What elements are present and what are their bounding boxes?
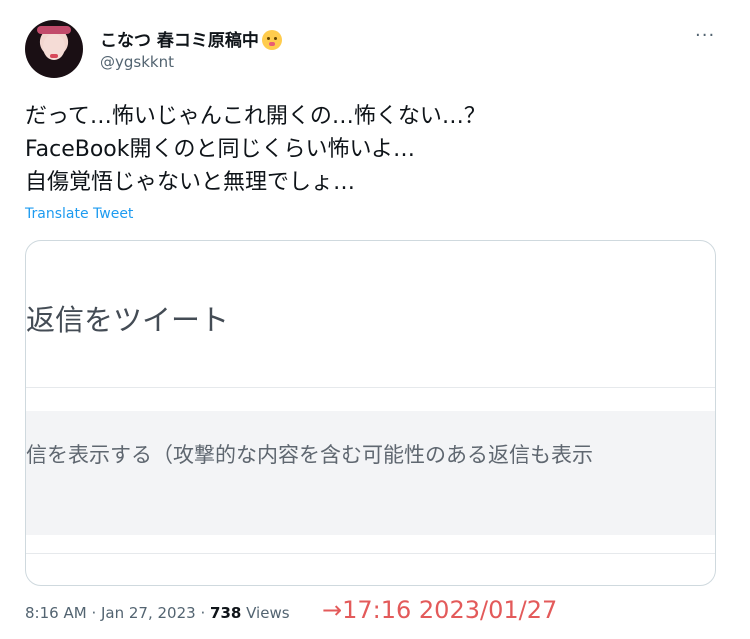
avatar-lips xyxy=(50,54,58,58)
avatar[interactable] xyxy=(25,20,83,78)
avatar-hair-accent xyxy=(37,26,71,34)
tweet-line: 自傷覚悟じゃないと無理でしょ… xyxy=(25,170,356,195)
handwritten-annotation: →17:16 2023/01/27 xyxy=(322,596,558,624)
display-name-text: こなつ 春コミ原稿中 xyxy=(100,31,259,51)
attached-image-card[interactable]: 返信をツイート 信を表示する（攻撃的な内容を含む可能性のある返信も表示 xyxy=(25,240,716,586)
meta-separator: · xyxy=(200,604,206,622)
tweet-meta: 8:16 AM · Jan 27, 2023 · 738 Views xyxy=(25,604,290,622)
views-label: Views xyxy=(246,604,290,622)
card-option-panel xyxy=(26,411,715,535)
user-handle[interactable]: @ygskknt xyxy=(100,53,174,71)
card-heading: 返信をツイート xyxy=(26,303,230,337)
tweet-date[interactable]: Jan 27, 2023 xyxy=(101,604,196,622)
views-count: 738 xyxy=(210,604,242,622)
more-options-icon[interactable]: ··· xyxy=(695,25,715,46)
card-option-text: 信を表示する（攻撃的な内容を含む可能性のある返信も表示 xyxy=(26,443,593,467)
kissing-face-emoji-icon xyxy=(261,30,282,50)
tweet-time[interactable]: 8:16 AM xyxy=(25,604,87,622)
display-name[interactable]: こなつ 春コミ原稿中 xyxy=(100,26,282,51)
tweet-line: FaceBook開くのと同じくらい怖いよ… xyxy=(25,137,416,162)
card-divider xyxy=(26,553,715,554)
tweet-line: だって…怖いじゃんこれ開くの…怖くない…？ xyxy=(25,104,486,129)
translate-tweet-link[interactable]: Translate Tweet xyxy=(25,206,133,222)
card-divider xyxy=(26,387,715,388)
tweet-text: だって…怖いじゃんこれ開くの…怖くない…？ FaceBook開くのと同じくらい怖… xyxy=(25,100,725,199)
meta-separator: · xyxy=(91,604,97,622)
